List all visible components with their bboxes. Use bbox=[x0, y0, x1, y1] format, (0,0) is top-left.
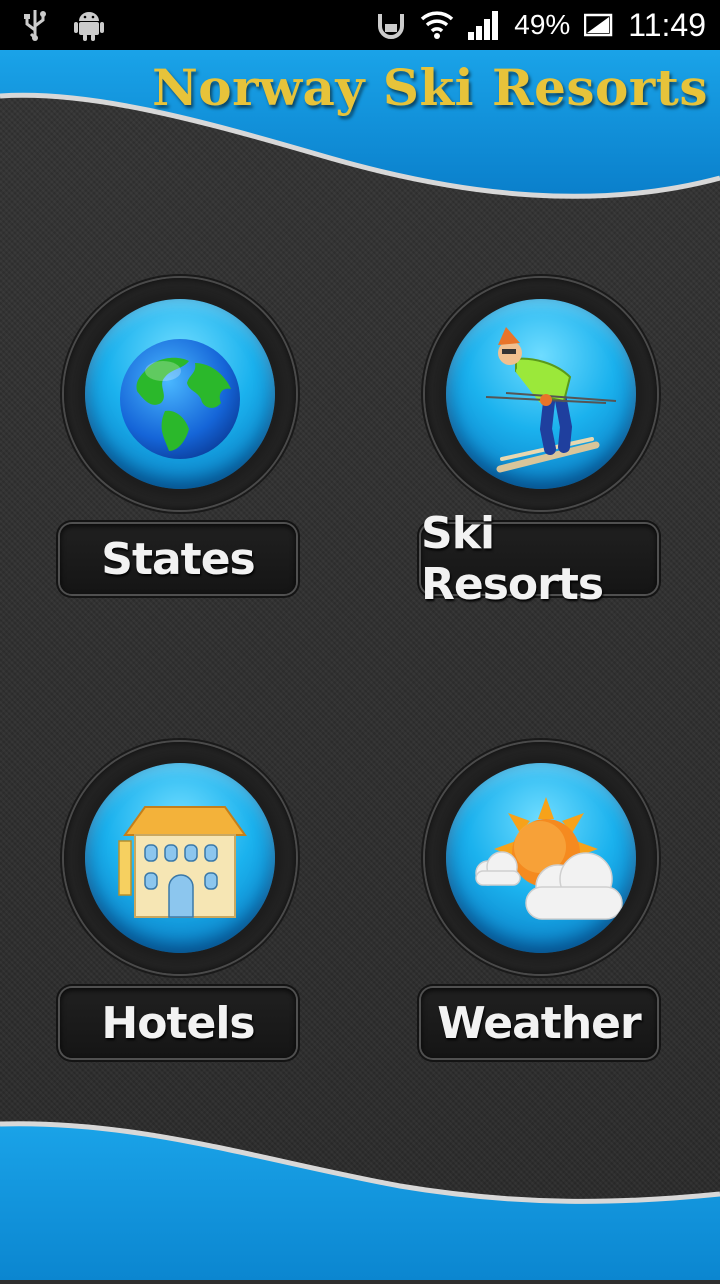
battery-percent: 49% bbox=[514, 9, 571, 40]
nfc-icon bbox=[376, 10, 406, 40]
weather-menu-button[interactable]: Weather bbox=[421, 742, 661, 1072]
ski-resorts-label: Ski Resorts bbox=[421, 508, 604, 610]
weather-label-box: Weather bbox=[421, 988, 657, 1058]
states-label-box: States bbox=[60, 524, 296, 594]
states-menu-button[interactable]: States bbox=[60, 278, 300, 608]
hotels-menu-button[interactable]: Hotels bbox=[60, 742, 300, 1072]
clock: 11:49 bbox=[628, 6, 706, 43]
hotel-icon bbox=[85, 763, 275, 953]
weather-label: Weather bbox=[437, 997, 641, 1049]
signal-icon bbox=[468, 10, 500, 40]
footer-banner bbox=[0, 1110, 720, 1280]
usb-icon bbox=[22, 8, 48, 42]
skier-icon bbox=[446, 299, 636, 489]
ski-resorts-menu-button[interactable]: Ski Resorts bbox=[421, 278, 661, 610]
android-icon bbox=[74, 9, 104, 41]
states-label: States bbox=[101, 533, 255, 585]
status-bar: 49% 11:49 bbox=[0, 0, 720, 50]
globe-icon bbox=[85, 299, 275, 489]
weather-icon bbox=[446, 763, 636, 953]
ski-resorts-label-box: Ski Resorts bbox=[421, 508, 657, 610]
battery-icon bbox=[584, 12, 614, 38]
app-title: Norway Ski Resorts bbox=[152, 58, 708, 117]
wifi-icon bbox=[420, 9, 454, 41]
hotels-label: Hotels bbox=[101, 997, 255, 1049]
hotels-label-box: Hotels bbox=[60, 988, 296, 1058]
